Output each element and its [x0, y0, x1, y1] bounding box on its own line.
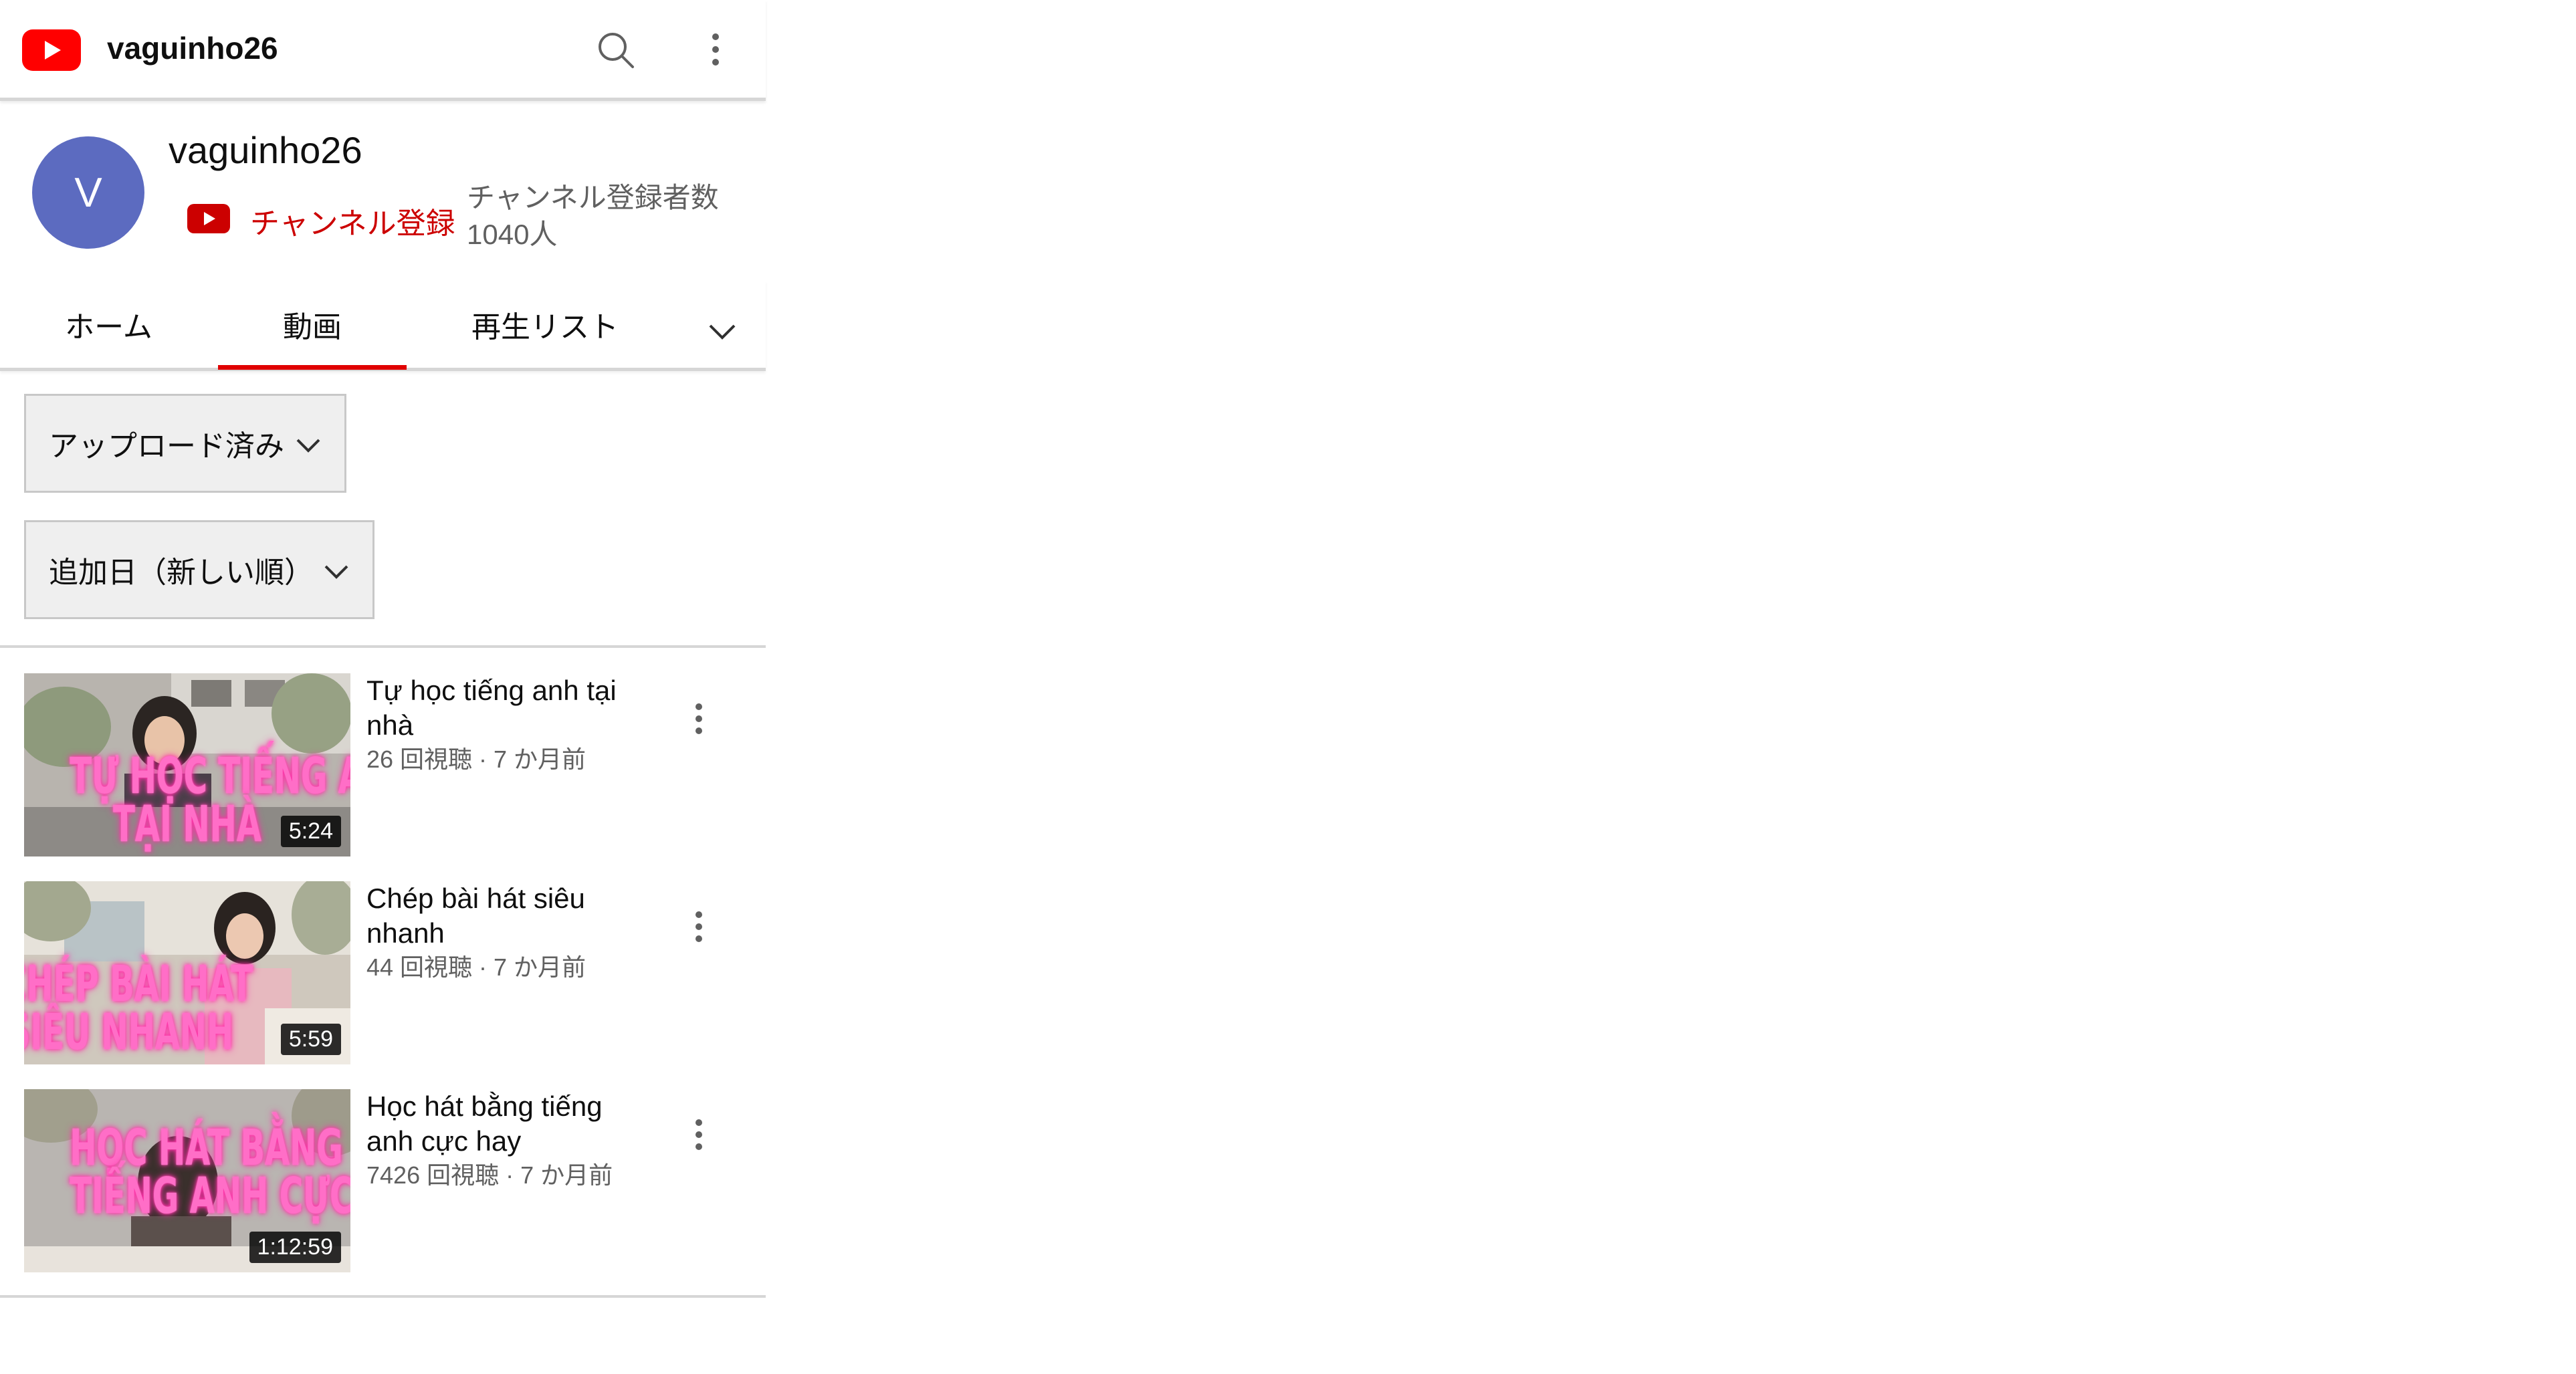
page-title: vaguinho26 — [107, 31, 278, 66]
video-meta: 26 回視聴 · 7 か月前 — [366, 746, 586, 773]
video-title[interactable]: Chép bài hát siêu nhanh — [366, 881, 634, 951]
video-meta: 44 回視聴 · 7 か月前 — [366, 953, 586, 981]
thumbnail-text-line: HỌC HÁT BẰNG — [70, 1119, 343, 1177]
thumbnail-text-line: TẠI NHÀ — [113, 796, 261, 853]
more-vert-icon[interactable] — [672, 1109, 726, 1163]
thumbnail-text-line: CHÉP BÀI HÁT — [24, 955, 253, 1013]
more-vert-icon[interactable] — [672, 901, 726, 955]
video-thumbnail[interactable]: TỰ HỌC TIẾNG ANH TẠI NHÀ 5:24 — [24, 673, 350, 856]
video-duration: 1:12:59 — [249, 1232, 341, 1263]
avatar: V — [32, 136, 144, 249]
thumbnail-text-line: SIÊU NHANH — [24, 1004, 234, 1061]
chevron-down-icon — [296, 439, 320, 453]
chevron-down-icon[interactable] — [695, 304, 749, 358]
channel-name: vaguinho26 — [169, 129, 362, 171]
more-vert-icon[interactable] — [689, 24, 742, 78]
search-icon[interactable] — [590, 24, 643, 78]
video-thumbnail[interactable]: HỌC HÁT BẰNG TIẾNG ANH CỰC HAY 1:12:59 — [24, 1089, 350, 1272]
more-vert-icon[interactable] — [672, 693, 726, 747]
subscribe-button[interactable]: チャンネル登録 — [250, 199, 455, 242]
video-title[interactable]: Tự học tiếng anh tại nhà — [366, 673, 634, 743]
uploads-filter-dropdown[interactable]: アップロード済み — [24, 394, 346, 493]
youtube-subscribe-icon[interactable] — [187, 204, 230, 233]
video-list-item[interactable]: HỌC HÁT BẰNG TIẾNG ANH CỰC HAY 1:12:59 H… — [0, 1089, 766, 1276]
thumbnail-text-line: TỰ HỌC TIẾNG ANH — [70, 748, 350, 805]
app: vaguinho26 V vaguinho26 チャンネル登録 チャンネル登録者… — [0, 0, 766, 1374]
video-list-item[interactable]: TỰ HỌC TIẾNG ANH TẠI NHÀ 5:24 Tự học tiế… — [0, 673, 766, 861]
sort-label: 追加日（新しい順） — [49, 556, 314, 589]
divider — [0, 645, 766, 648]
youtube-logo-icon[interactable] — [22, 29, 81, 71]
video-duration: 5:24 — [280, 816, 341, 847]
tab-videos[interactable]: 動画 — [218, 281, 407, 370]
tab-playlists[interactable]: 再生リスト — [461, 281, 629, 368]
channel-tabs: ホーム 動画 再生リスト — [0, 281, 766, 371]
divider — [0, 1295, 766, 1298]
thumbnail-text-line: TIẾNG ANH CỰC HAY — [70, 1167, 350, 1225]
top-app-bar: vaguinho26 — [0, 0, 766, 101]
video-meta: 7426 回視聴 · 7 か月前 — [366, 1161, 613, 1189]
video-duration: 5:59 — [280, 1024, 341, 1055]
video-list-item[interactable]: CHÉP BÀI HÁT SIÊU NHANH 5:59 Chép bài há… — [0, 881, 766, 1068]
video-title[interactable]: Học hát bằng tiếng anh cực hay — [366, 1089, 634, 1159]
tab-home[interactable]: ホーム — [40, 281, 177, 368]
video-thumbnail[interactable]: CHÉP BÀI HÁT SIÊU NHANH 5:59 — [24, 881, 350, 1064]
chevron-down-icon — [324, 565, 348, 579]
sort-dropdown[interactable]: 追加日（新しい順） — [24, 520, 374, 619]
uploads-filter-label: アップロード済み — [49, 430, 284, 463]
subscriber-count: チャンネル登録者数 1040人 — [467, 182, 719, 250]
